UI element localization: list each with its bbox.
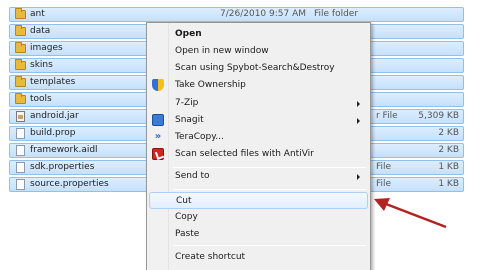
file-row[interactable]: ant 7/26/2010 9:57 AM File folder (9, 7, 464, 22)
folder-icon (15, 8, 26, 19)
folder-icon (15, 76, 26, 87)
menu-item-label: Open (175, 29, 202, 39)
document-icon (16, 162, 25, 173)
folder-icon (15, 59, 26, 70)
jar-file-icon (16, 111, 25, 122)
menu-item-snagit[interactable]: Snagit (149, 112, 368, 129)
menu-item-label: Paste (175, 229, 200, 239)
menu-item-create-shortcut[interactable]: Create shortcut (149, 249, 368, 266)
menu-item-take-ownership[interactable]: Take Ownership (149, 77, 368, 94)
file-size: 1 KB (438, 179, 459, 189)
file-type: File (376, 162, 392, 172)
submenu-arrow-icon (357, 101, 360, 107)
document-icon (16, 128, 25, 139)
file-name: source.properties (30, 179, 109, 189)
file-type: File (376, 179, 392, 189)
menu-item-label: Take Ownership (175, 80, 246, 90)
shield-icon (152, 79, 164, 91)
menu-item-label: Cut (176, 196, 192, 206)
menu-separator (173, 245, 366, 246)
file-date: 7/26/2010 9:57 AM (220, 9, 307, 19)
document-icon (16, 179, 25, 190)
submenu-arrow-icon (357, 174, 360, 180)
snagit-icon (152, 114, 164, 126)
file-type: r File (376, 111, 398, 121)
menu-item-label: Scan using Spybot-Search&Destroy (175, 63, 335, 73)
context-menu: Open Open in new window Scan using Spybo… (146, 22, 371, 270)
menu-item-cut[interactable]: Cut (149, 192, 368, 209)
menu-item-label: Snagit (175, 115, 204, 125)
file-size: 5,309 KB (418, 111, 459, 121)
folder-icon (15, 42, 26, 53)
menu-item-spybot-scan[interactable]: Scan using Spybot-Search&Destroy (149, 60, 368, 77)
file-type: File folder (314, 9, 359, 19)
antivir-icon (152, 148, 164, 160)
menu-item-label: Scan selected files with AntiVir (175, 149, 314, 159)
menu-item-open-new-window[interactable]: Open in new window (149, 43, 368, 60)
menu-item-send-to[interactable]: Send to (149, 168, 368, 185)
arrow-shaft (385, 202, 447, 229)
file-name: templates (30, 77, 76, 87)
file-size: 1 KB (438, 162, 459, 172)
menu-item-label: TeraCopy... (175, 132, 224, 142)
file-name: build.prop (30, 128, 76, 138)
arrow-head (374, 198, 390, 211)
menu-item-7zip[interactable]: 7-Zip (149, 95, 368, 112)
teracopy-icon: » (154, 131, 162, 142)
menu-item-teracopy[interactable]: » TeraCopy... (149, 129, 368, 146)
menu-separator (173, 189, 366, 190)
file-name: android.jar (30, 111, 79, 121)
file-name: ant (30, 9, 45, 19)
file-name: framework.aidl (30, 145, 98, 155)
menu-item-copy[interactable]: Copy (149, 209, 368, 226)
folder-icon (15, 93, 26, 104)
file-size: 2 KB (438, 128, 459, 138)
file-name: tools (30, 94, 52, 104)
menu-item-label: Open in new window (175, 46, 269, 56)
file-name: sdk.properties (30, 162, 95, 172)
file-size: 2 KB (438, 145, 459, 155)
document-icon (16, 145, 25, 156)
menu-item-label: Send to (175, 171, 210, 181)
folder-icon (15, 25, 26, 36)
menu-item-label: Create shortcut (175, 252, 246, 262)
menu-item-paste[interactable]: Paste (149, 226, 368, 243)
menu-item-open[interactable]: Open (149, 26, 368, 43)
submenu-arrow-icon (357, 118, 360, 124)
menu-item-label: 7-Zip (175, 98, 199, 108)
file-name: skins (30, 60, 53, 70)
menu-item-antivir-scan[interactable]: Scan selected files with AntiVir (149, 146, 368, 163)
file-name: images (30, 43, 63, 53)
file-name: data (30, 26, 51, 36)
menu-item-label: Copy (175, 212, 198, 222)
